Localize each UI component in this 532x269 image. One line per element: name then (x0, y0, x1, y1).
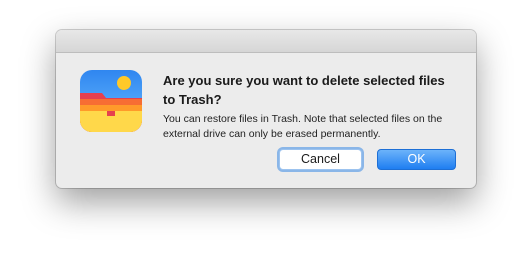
app-folder-icon (80, 70, 142, 132)
dialog-title: Are you sure you want to delete selected… (163, 73, 445, 107)
delete-confirmation-dialog: Are you sure you want to delete selected… (56, 30, 476, 188)
cancel-button[interactable]: Cancel (279, 149, 362, 170)
dialog-message: You can restore files in Trash. Note tha… (163, 113, 443, 140)
screen: Are you sure you want to delete selected… (0, 0, 532, 269)
dialog-titlebar[interactable] (56, 30, 476, 53)
ok-button[interactable]: OK (377, 149, 456, 170)
